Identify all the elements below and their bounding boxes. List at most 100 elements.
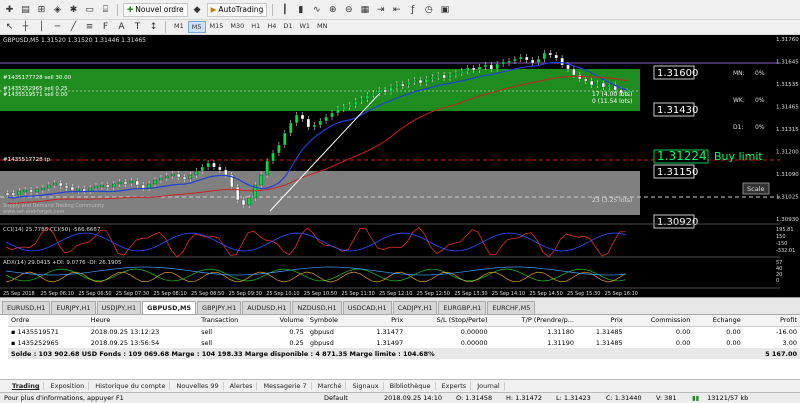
terminal-tab[interactable]: Experts (438, 382, 472, 390)
zoom-out-icon[interactable]: ⊖ (342, 3, 355, 16)
chart-canvas[interactable]: 1.31600 1.31430 1.31224 Buy limit 1.31150 1.3… (0, 35, 800, 297)
vertical-line-icon[interactable]: │ (35, 21, 48, 34)
chart-tab[interactable]: EURUSD,H1 (2, 301, 51, 314)
indicators-icon[interactable]: ƒ (406, 3, 419, 16)
table-cell: gbpusd (309, 338, 334, 347)
bar-chart-icon[interactable]: ┃ (278, 3, 291, 16)
timeframe-h4[interactable]: H4 (264, 21, 279, 33)
table-row[interactable]: ▪ 1435519571 2018.09.25 13:12:23 sell 0.75 g… (8, 326, 800, 337)
timeframe-h1[interactable]: H1 (248, 21, 263, 33)
zoom-in-icon[interactable]: ⊕ (326, 3, 339, 16)
chart-shift-icon[interactable]: ⇤ (390, 3, 403, 16)
data-window-icon[interactable]: ◈ (51, 3, 64, 16)
column-header[interactable]: Echange (693, 315, 744, 327)
cursor-icon[interactable]: ↖ (3, 21, 16, 34)
chart-tab[interactable]: USDJPY,H1 (96, 301, 142, 314)
timeframe-m5[interactable]: M5 (187, 21, 206, 33)
terminal-tab[interactable]: Alertes (226, 382, 258, 390)
timeframe-m30[interactable]: M30 (227, 21, 247, 33)
chart-tab[interactable]: CADJPY,H1 (392, 301, 438, 314)
timeframe-m1[interactable]: M1 (171, 21, 187, 33)
order-tag: #1435177728 sell 30.00 (3, 75, 72, 81)
templates-icon[interactable]: ▣ (438, 3, 451, 16)
column-header[interactable]: Transaction (198, 315, 263, 327)
cci-tick: -332.01 (776, 248, 795, 254)
text-icon[interactable]: A (115, 21, 128, 34)
timeframe-m15[interactable]: M15 (207, 21, 227, 33)
terminal-tab[interactable]: Messagerie 7 (259, 382, 312, 390)
timeframe-d1[interactable]: D1 (280, 21, 295, 33)
candle (595, 82, 600, 86)
price-tick: 1.30930 (776, 217, 799, 223)
terminal-tab[interactable]: Nouvelles 99 (172, 382, 224, 390)
terminal-tab[interactable]: Bibliothèque (386, 382, 436, 390)
terminal-tab[interactable]: Signaux (348, 382, 384, 390)
candlestick-icon[interactable]: ▮ (294, 3, 307, 16)
column-header[interactable]: Profit (743, 315, 800, 327)
chart-tab[interactable]: NZDUSD,H1 (292, 301, 342, 314)
horizontal-line-icon[interactable]: ─ (51, 21, 64, 34)
terminal-tab[interactable]: Journal (473, 382, 505, 390)
terminal-tab[interactable]: Exposition (46, 382, 90, 390)
column-header[interactable]: Symbole (306, 315, 358, 327)
chart-tab[interactable]: USDCAD,H1 (342, 301, 392, 314)
crosshair-icon[interactable]: ┼ (19, 21, 32, 34)
column-header[interactable]: Volume (262, 315, 307, 327)
candle (536, 58, 541, 64)
chart-tab[interactable]: EURCHF,M5 (487, 301, 536, 314)
market-watch-icon[interactable]: ⊞ (35, 3, 48, 16)
fibonacci-icon[interactable]: F (99, 21, 112, 34)
chart-tab[interactable]: EURGBP,H1 (438, 301, 487, 314)
navigator-icon[interactable]: ✱ (67, 3, 80, 16)
metaeditor-icon[interactable]: ◆ (191, 3, 204, 16)
chart-tab[interactable]: EURJPY,H1 (51, 301, 96, 314)
lots-label: 23 (3.25 lots) (592, 197, 632, 204)
price-tick: 1.31090 (776, 172, 799, 178)
autotrading-button[interactable]: ▶ AutoTrading (206, 2, 268, 17)
periods-icon[interactable]: ◷ (422, 3, 435, 16)
mid-level-label: 1.31430 (657, 105, 698, 116)
terminal-tab[interactable]: Historique du compte (91, 382, 171, 390)
chart-title: GBPUSD,M5 1.31520 1.31520 1.31446 1.3146… (3, 37, 146, 44)
arrows-icon[interactable]: ↕ (147, 21, 160, 34)
candle (100, 184, 104, 188)
candle (176, 173, 181, 178)
price-tick: 1.31200 (776, 150, 799, 156)
chart-tab[interactable]: GBPJPY,H1 (197, 301, 242, 314)
connection-icon: ▮▮ (692, 394, 700, 402)
terminal-tab[interactable]: Trading (8, 382, 45, 390)
line-chart-icon[interactable]: ∿ (310, 3, 323, 16)
trendline-icon[interactable]: ╱ (67, 21, 80, 34)
autoscroll-icon[interactable]: ⇥ (374, 3, 387, 16)
table-cell: gbpusd (309, 327, 334, 336)
column-header[interactable]: Commission (625, 315, 694, 327)
chart-window[interactable]: 1.31600 1.31430 1.31224 Buy limit 1.31150 1.3… (0, 35, 800, 297)
new-order-icon: ✚ (127, 5, 134, 14)
timeframe-mn[interactable]: MN (314, 21, 330, 33)
terminal-tabs: Trading Exposition Historique du compte Nou… (0, 379, 800, 392)
tester-icon[interactable]: ⌸ (99, 3, 112, 16)
chart-tab[interactable]: AUDUSD,H1 (242, 301, 292, 314)
main-toolbar: ✚ ▤ ⊞ ◈ ✱ ▭ ⌸ ✚ Nouvel ordre ◆ ▶ AutoTradi… (0, 0, 800, 20)
table-cell: 0.00 (675, 338, 691, 347)
channel-icon[interactable]: ≡ (83, 21, 96, 34)
column-header[interactable]: Prix (576, 315, 626, 327)
table-row[interactable]: ▪ 1435252965 2018.09.25 13:56:54 sell 0.25 g… (8, 337, 800, 348)
chart-tab[interactable]: GBPUSD,M5 (142, 301, 197, 314)
new-order-button[interactable]: ✚ Nouvel ordre (123, 2, 188, 17)
profiles-icon[interactable]: ▤ (19, 3, 32, 16)
new-chart-icon[interactable]: ✚ (3, 3, 16, 16)
column-header[interactable]: Ordre (8, 315, 88, 327)
table-cell: 1.31485 (595, 338, 623, 347)
column-header[interactable]: T/P (Prendre/p... (490, 315, 577, 327)
terminal-icon[interactable]: ▭ (83, 3, 96, 16)
terminal-tab[interactable]: Marché (314, 382, 347, 390)
label-icon[interactable]: T (131, 21, 144, 34)
column-header[interactable]: Prix (357, 315, 407, 327)
column-header[interactable]: S/L (Stop/Perte) (406, 315, 491, 327)
column-header[interactable]: Heure (87, 315, 199, 327)
candle (29, 189, 33, 193)
tile-windows-icon[interactable]: ▦ (358, 3, 371, 16)
table-cell: 3.00 (782, 338, 797, 347)
timeframe-w1[interactable]: W1 (296, 21, 313, 33)
